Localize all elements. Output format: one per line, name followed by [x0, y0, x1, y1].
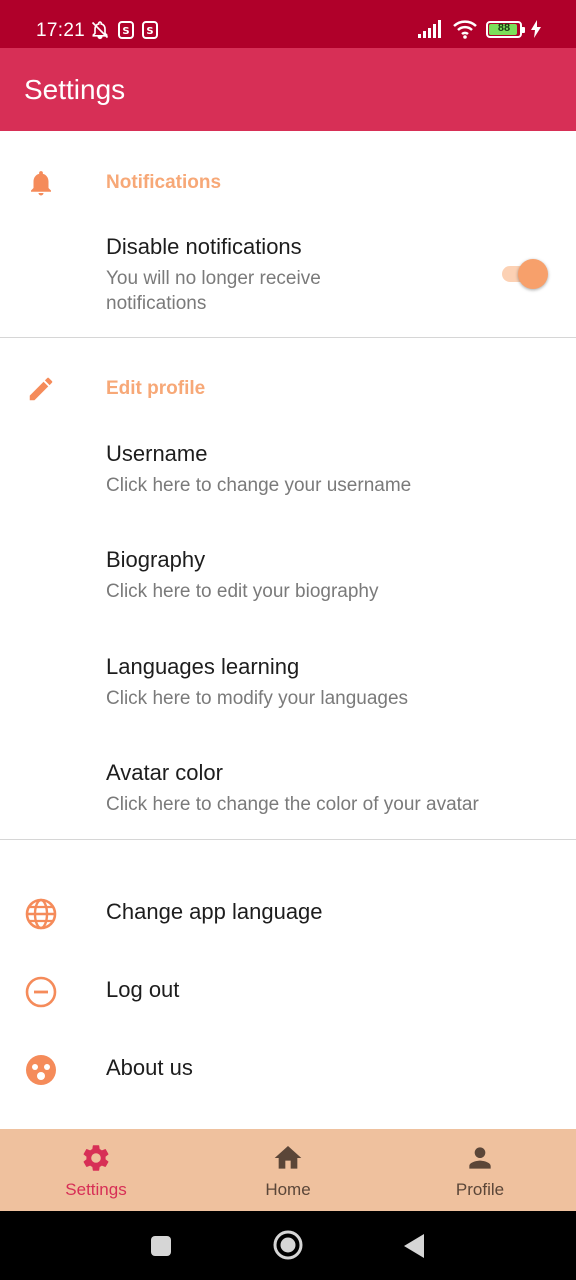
edit-profile-section-header: Edit profile	[0, 362, 576, 412]
status-time: 17:21	[36, 20, 86, 41]
notifications-section-header: Notifications	[0, 156, 576, 206]
face-icon	[26, 1055, 56, 1085]
divider	[0, 839, 576, 840]
app-bar: Settings	[0, 48, 576, 131]
action-label: About us	[106, 1055, 193, 1080]
username-preference[interactable]: Username Click here to change your usern…	[0, 441, 576, 521]
notifications-off-icon	[91, 21, 109, 40]
avatar-color-preference[interactable]: Avatar color Click here to change the co…	[0, 760, 576, 840]
gear-icon	[83, 1145, 109, 1171]
minus-circle-icon	[25, 976, 57, 1008]
status-right-icons: 88	[418, 19, 542, 39]
preference-title: Disable notifications	[106, 234, 302, 259]
action-label: Change app language	[106, 899, 323, 924]
person-icon	[469, 1147, 491, 1169]
about-us-button[interactable]: About us	[0, 1039, 576, 1099]
battery-level: 88	[497, 21, 511, 34]
home-icon	[274, 1146, 302, 1169]
preference-title: Username	[106, 441, 208, 466]
wifi-icon	[453, 20, 477, 39]
section-title-edit-profile: Edit profile	[106, 378, 206, 399]
nav-label: Settings	[65, 1180, 127, 1199]
bottom-navigation: Settings Home Profile	[0, 1129, 576, 1211]
bell-icon	[31, 171, 51, 196]
nav-item-settings[interactable]: Settings	[0, 1129, 192, 1211]
preference-summary: Click here to modify your languages	[106, 688, 409, 709]
log-out-button[interactable]: Log out	[0, 961, 576, 1021]
section-title-notifications: Notifications	[106, 172, 222, 193]
nav-label: Home	[265, 1180, 311, 1199]
preference-title: Biography	[106, 547, 206, 572]
divider	[0, 337, 576, 338]
page-title: Settings	[24, 74, 126, 105]
disable-notifications-toggle[interactable]	[500, 258, 550, 289]
nav-item-home[interactable]: Home	[192, 1129, 384, 1211]
svg-text:S: S	[122, 26, 129, 37]
s-app-icon: S	[142, 21, 158, 39]
recents-icon[interactable]	[150, 1235, 172, 1257]
languages-learning-preference[interactable]: Languages learning Click here to modify …	[0, 654, 576, 734]
preference-title: Languages learning	[106, 654, 300, 679]
preference-summary: Click here to edit your biography	[106, 581, 379, 602]
nav-item-profile[interactable]: Profile	[384, 1129, 576, 1211]
preference-summary: Click here to change your username	[106, 475, 412, 496]
preference-title: Avatar color	[106, 760, 223, 785]
preference-summary: Click here to change the color of your a…	[106, 794, 479, 815]
signal-icon	[418, 20, 441, 38]
preference-summary: You will no longer receive notifications	[106, 268, 321, 314]
battery-icon: 88	[486, 20, 525, 38]
svg-text:S: S	[146, 26, 153, 37]
pencil-icon	[29, 377, 53, 401]
nav-label: Profile	[455, 1180, 505, 1199]
toggle-thumb	[518, 259, 548, 289]
s-app-icon: S	[118, 21, 134, 39]
home-circle-icon[interactable]	[272, 1229, 304, 1261]
change-app-language-button[interactable]: Change app language	[0, 883, 576, 943]
status-left-icons: S S	[90, 20, 158, 40]
status-bar: 17:21 S S 88	[0, 0, 576, 48]
action-label: Log out	[106, 977, 180, 1002]
back-triangle-icon[interactable]	[402, 1233, 426, 1259]
charging-icon	[531, 20, 541, 38]
disable-notifications-preference[interactable]: Disable notifications You will no longer…	[0, 234, 576, 324]
globe-icon	[25, 898, 57, 930]
system-navigation-bar	[0, 1211, 576, 1280]
biography-preference[interactable]: Biography Click here to edit your biogra…	[0, 547, 576, 627]
